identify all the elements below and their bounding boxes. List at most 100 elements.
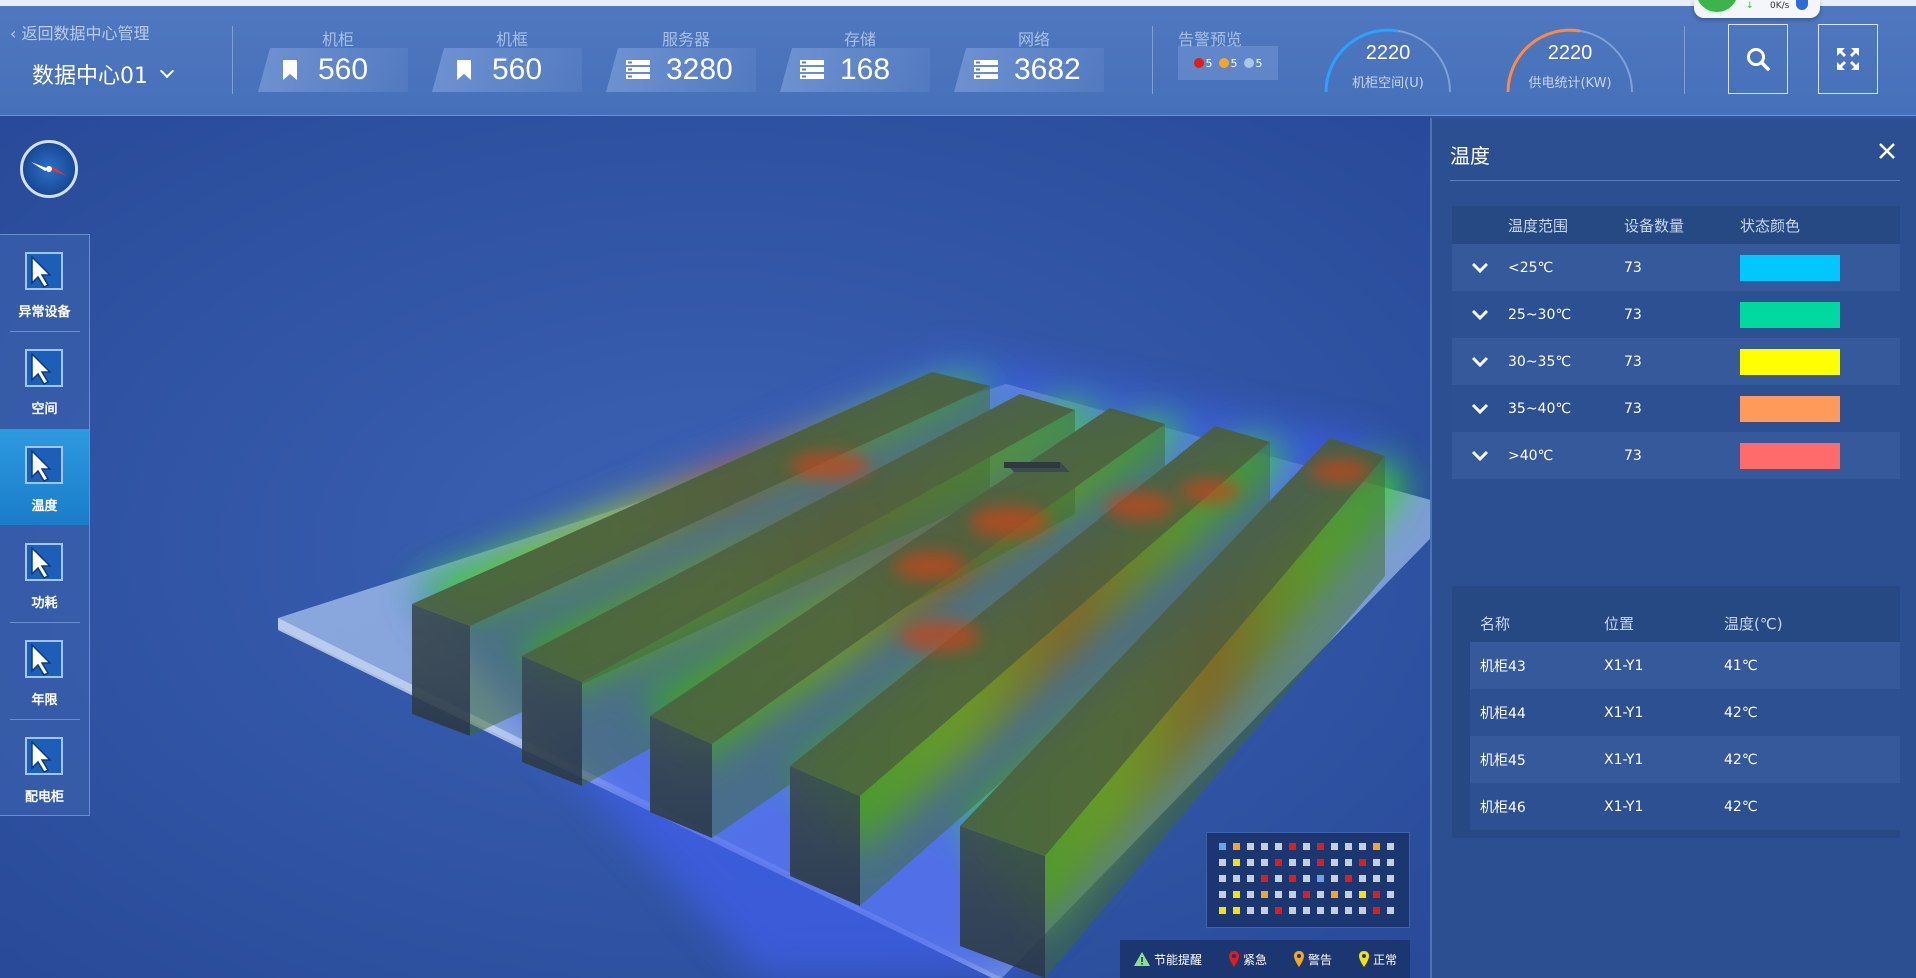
legend-label: 节能提醒 — [1153, 952, 1202, 967]
name-cell: 机柜43 — [1480, 658, 1526, 675]
compass-icon — [31, 162, 67, 176]
nav-label: 配电柜 — [24, 790, 64, 805]
minimap-cell — [1317, 859, 1324, 866]
nav-item-abnormal-devices[interactable]: 异常设备 — [0, 235, 89, 331]
table-header: 温度范围 设备数量 状态颜色 — [1452, 206, 1900, 244]
back-link[interactable]: ‹ 返回数据中心管理 — [10, 20, 150, 44]
panel-title: 温度 — [1450, 144, 1490, 168]
cursor-icon — [24, 446, 63, 484]
color-swatch — [1740, 442, 1840, 469]
name-cell: 机柜46 — [1480, 799, 1526, 816]
minimap-cell — [1233, 859, 1240, 866]
minimap-cell — [1303, 859, 1310, 866]
chevron-down-icon[interactable] — [1452, 450, 1508, 462]
header-temperature: 温度(℃) — [1724, 614, 1783, 633]
alarm-normal: 5 — [1243, 56, 1263, 70]
alarm-warning: 5 — [1218, 56, 1238, 70]
stat-label: 网络 — [1017, 30, 1050, 49]
nav-item-power-cabinet[interactable]: 配电柜 — [0, 720, 89, 816]
chevron-down-icon[interactable] — [1452, 403, 1508, 415]
minimap-cell — [1233, 843, 1240, 850]
datacenter-select[interactable]: 数据中心01 — [32, 58, 175, 90]
nav-item-lifespan[interactable]: 年限 — [0, 623, 89, 719]
fullscreen-button[interactable] — [1818, 24, 1878, 94]
minimap-cell — [1387, 843, 1394, 850]
minimap-cell — [1331, 875, 1338, 882]
network-icon — [968, 52, 1004, 88]
alarm-preview[interactable]: 5 5 5 — [1178, 46, 1278, 80]
minimap-cell — [1289, 843, 1296, 850]
legend-label: 正常 — [1372, 952, 1397, 967]
table-row[interactable]: 机柜46 X1-Y1 42℃ — [1470, 783, 1900, 830]
minimap-cell — [1219, 875, 1226, 882]
minimap-cell — [1261, 907, 1268, 914]
search-icon — [1747, 48, 1770, 71]
minimap-cell — [1261, 891, 1268, 898]
range-cell: >40℃ — [1508, 447, 1554, 464]
divider — [1152, 26, 1153, 94]
stat-label: 机框 — [495, 30, 528, 49]
compass-button[interactable] — [20, 140, 78, 198]
temperature-cell: 41℃ — [1724, 657, 1758, 674]
stat-label: 存储 — [843, 30, 876, 49]
minimap-cell — [1387, 891, 1394, 898]
chevron-down-icon[interactable] — [1452, 262, 1508, 274]
search-button[interactable] — [1728, 24, 1788, 94]
minimap-cell — [1331, 843, 1338, 850]
stat-cabinet: 机柜 560 — [258, 26, 418, 92]
minimap-cell — [1359, 859, 1366, 866]
side-nav: 异常设备 空间 温度 功耗 年限 配电柜 — [0, 234, 90, 816]
warning-triangle-icon — [1133, 952, 1150, 966]
table-row[interactable]: 机柜45 X1-Y1 42℃ — [1470, 736, 1900, 783]
minimap-cell — [1261, 843, 1268, 850]
minimap-cell — [1233, 875, 1240, 882]
minimap-cell — [1303, 875, 1310, 882]
minimap-cell — [1275, 875, 1282, 882]
minimap-cell — [1387, 859, 1394, 866]
table-row[interactable]: 35~40℃ 73 — [1452, 385, 1900, 432]
stat-server: 服务器 3280 — [606, 26, 766, 92]
minimap-cell — [1345, 891, 1352, 898]
nav-item-power[interactable]: 功耗 — [0, 526, 89, 622]
minimap-cell — [1303, 891, 1310, 898]
table-row[interactable]: 30~35℃ 73 — [1452, 338, 1900, 385]
position-cell: X1-Y1 — [1604, 704, 1644, 721]
stat-value: 168 — [840, 53, 891, 86]
table-row[interactable]: 机柜43 X1-Y1 41℃ — [1470, 642, 1900, 689]
browser-strip — [0, 0, 1916, 6]
stat-box: 3280 — [606, 48, 756, 92]
temperature-cell: 42℃ — [1724, 798, 1758, 815]
table-row[interactable]: >40℃ 73 — [1452, 432, 1900, 479]
table-row[interactable]: 25~30℃ 73 — [1452, 291, 1900, 338]
range-cell: 25~30℃ — [1508, 306, 1572, 323]
position-cell: X1-Y1 — [1604, 798, 1644, 815]
bookmark-icon — [272, 52, 308, 88]
temperature-cell: 42℃ — [1724, 751, 1758, 768]
cursor-icon — [24, 349, 63, 387]
header-color: 状态颜色 — [1740, 216, 1801, 235]
alarm-count: 5 — [1230, 56, 1238, 70]
nav-item-temperature[interactable]: 温度 — [0, 429, 89, 525]
minimap[interactable] — [1206, 832, 1410, 928]
minimap-cell — [1331, 891, 1338, 898]
alarm-count: 5 — [1255, 56, 1263, 70]
server-icon — [620, 52, 656, 88]
chevron-down-icon[interactable] — [1452, 356, 1508, 368]
minimap-cell — [1373, 875, 1380, 882]
legend-normal: 正常 — [1358, 950, 1397, 968]
table-row[interactable]: 机柜44 X1-Y1 42℃ — [1470, 689, 1900, 736]
cursor-icon — [24, 543, 63, 581]
temperature-panel: 温度 温度范围 设备数量 状态颜色 <25℃ 73 25~30℃ 73 30~3… — [1430, 118, 1916, 978]
stat-value: 560 — [318, 53, 369, 86]
gauge-value: 2220 — [1547, 42, 1593, 64]
legend-critical: 紧急 — [1228, 950, 1267, 968]
table-row[interactable]: <25℃ 73 — [1452, 244, 1900, 291]
count-cell: 73 — [1624, 259, 1642, 276]
close-button[interactable] — [1874, 138, 1900, 164]
nav-item-space[interactable]: 空间 — [0, 332, 89, 428]
nav-label: 空间 — [31, 402, 58, 417]
chevron-down-icon[interactable] — [1452, 309, 1508, 321]
divider — [232, 26, 233, 94]
temperature-cell: 42℃ — [1724, 704, 1758, 721]
minimap-cell — [1275, 843, 1282, 850]
